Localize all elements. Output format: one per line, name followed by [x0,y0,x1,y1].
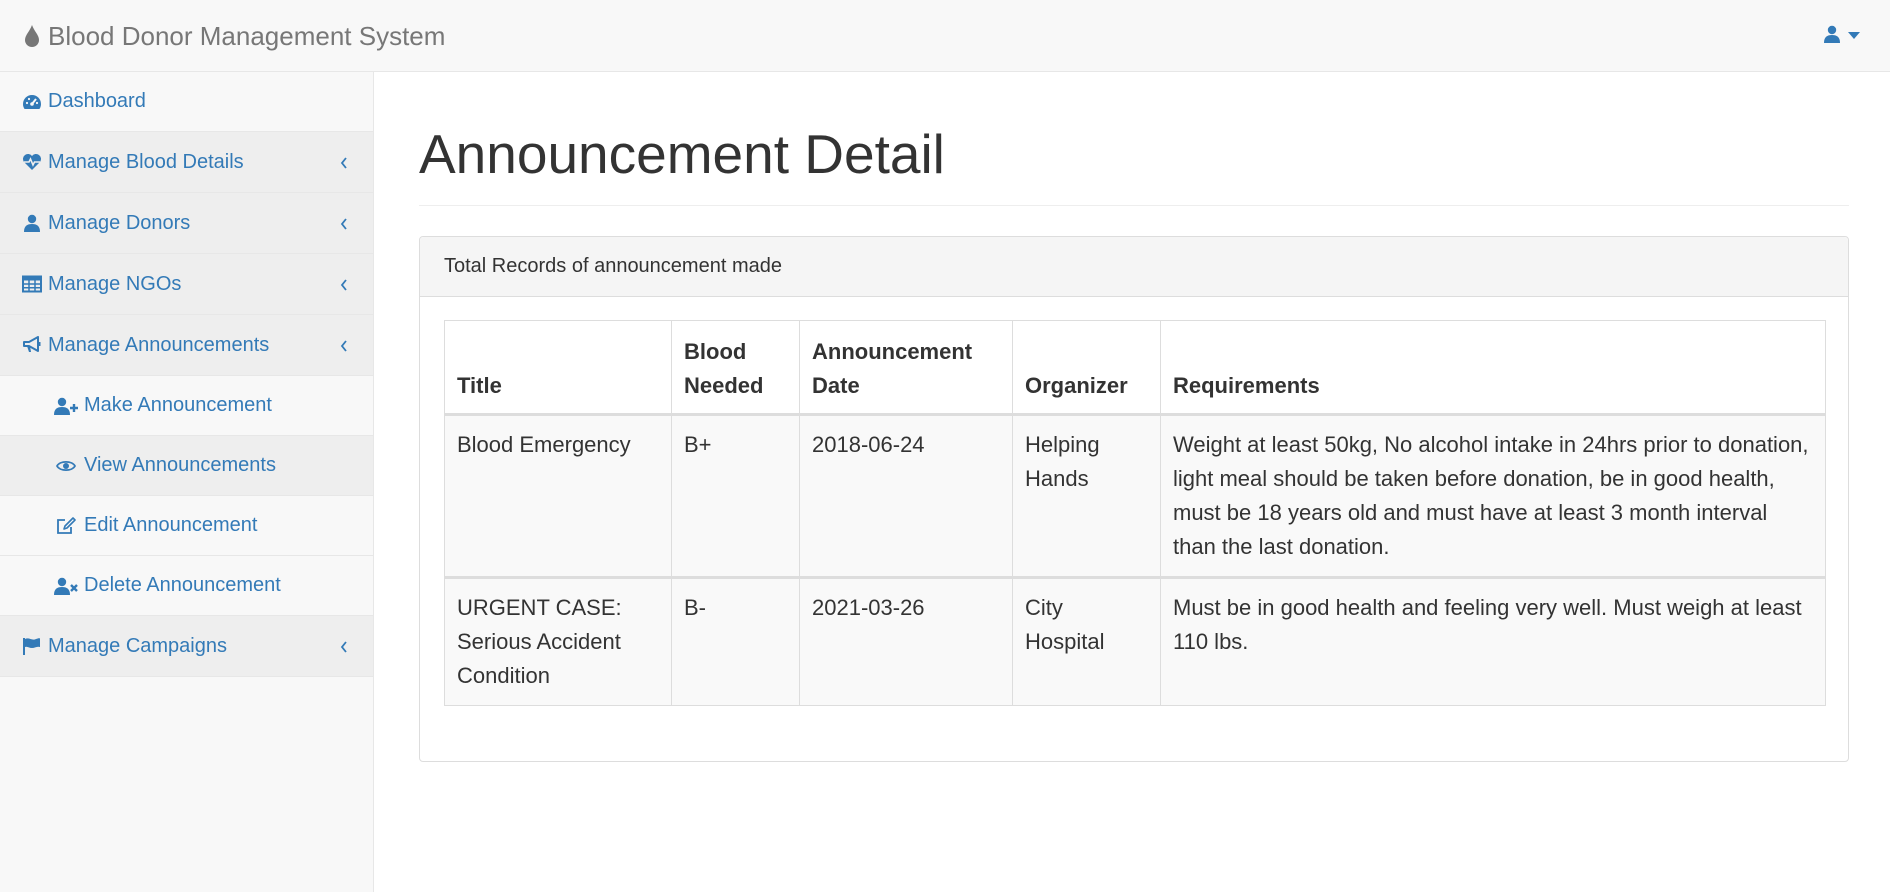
chevron-left-icon [339,154,349,170]
sidebar-item-label: Manage Blood Details [48,150,244,173]
chevron-left-icon [339,337,349,353]
cell-title: Blood Emergency [444,414,672,579]
user-plus-icon [54,396,78,416]
panel-heading: Total Records of announcement made [420,237,1848,297]
table-row: Blood Emergency B+ 2018-06-24 Helping Ha… [444,414,1826,579]
sidebar-subitem-label: Make Announcement [84,394,272,416]
sidebar-item-label: Manage Announcements [48,333,270,356]
caret-down-icon [1848,27,1860,45]
sidebar-item-manage-announcements[interactable]: Manage Announcements [0,315,373,376]
tint-icon [24,22,44,50]
sidebar-item-label: Manage Campaigns [48,634,227,657]
sidebar-item-label: Manage NGOs [48,272,182,295]
brand-title: Blood Donor Management System [48,20,446,51]
chevron-left-icon [339,638,349,654]
heartbeat-icon [22,152,42,172]
user-icon [1824,25,1840,48]
cell-requirements: Must be in good health and feeling very … [1160,577,1826,706]
cell-requirements: Weight at least 50kg, No alcohol intake … [1160,414,1826,579]
sidebar-subitem-view-announcements[interactable]: View Announcements [0,436,373,496]
records-panel: Total Records of announcement made Title… [419,236,1849,762]
sidebar-item-label: Manage Donors [48,211,191,234]
table-icon [22,274,42,294]
sidebar-item-manage-donors[interactable]: Manage Donors [0,193,373,254]
sidebar-item-manage-campaigns[interactable]: Manage Campaigns [0,616,373,677]
eye-icon [54,456,78,476]
column-header-organizer[interactable]: Organizer [1012,320,1161,416]
announcements-table: Title Blood Needed Announcement Date Organ… [444,320,1826,706]
edit-icon [54,516,78,536]
chevron-left-icon [339,276,349,292]
title-divider [419,205,1849,206]
dashboard-icon [22,92,42,112]
sidebar: Dashboard Manage Blood Details Manage Do… [0,72,374,892]
chevron-left-icon [339,215,349,231]
header-line: Needed [684,373,764,398]
column-header-blood-needed[interactable]: Blood Needed [671,320,800,416]
sidebar-subitem-label: View Announcements [84,454,276,476]
column-header-requirements[interactable]: Requirements [1160,320,1826,416]
user-dropdown-toggle[interactable] [1824,22,1860,50]
top-navbar: Blood Donor Management System [0,0,1890,72]
cell-organizer: City Hospital [1012,577,1161,706]
header-line: Blood [684,339,747,364]
page-title: Announcement Detail [419,123,945,185]
header-line: Announcement [812,339,973,364]
sidebar-subitem-edit-announcement[interactable]: Edit Announcement [0,496,373,556]
table-row: URGENT CASE: Serious Accident Condition … [444,577,1826,706]
cell-announcement-date: 2021-03-26 [799,577,1013,706]
sidebar-item-label: Dashboard [48,90,146,112]
sidebar-subitem-delete-announcement[interactable]: Delete Announcement [0,556,373,616]
cell-blood-needed: B- [671,577,800,706]
cell-blood-needed: B+ [671,414,800,579]
user-times-icon [54,576,78,596]
bullhorn-icon [22,335,42,355]
column-header-title[interactable]: Title [444,320,672,416]
sidebar-subitem-make-announcement[interactable]: Make Announcement [0,376,373,436]
table-header-row: Title Blood Needed Announcement Date Organ… [444,320,1826,416]
sidebar-item-dashboard[interactable]: Dashboard [0,72,373,132]
sidebar-subitem-label: Delete Announcement [84,574,281,596]
column-header-announcement-date[interactable]: Announcement Date [799,320,1013,416]
flag-icon [22,636,42,656]
cell-title: URGENT CASE: Serious Accident Condition [444,577,672,706]
sidebar-item-manage-ngos[interactable]: Manage NGOs [0,254,373,315]
cell-organizer: Helping Hands [1012,414,1161,579]
cell-announcement-date: 2018-06-24 [799,414,1013,579]
header-line: Date [812,373,860,398]
sidebar-item-manage-blood-details[interactable]: Manage Blood Details [0,132,373,193]
brand-link[interactable]: Blood Donor Management System [24,18,445,54]
sidebar-subitem-label: Edit Announcement [84,514,258,536]
user-icon [22,213,42,233]
